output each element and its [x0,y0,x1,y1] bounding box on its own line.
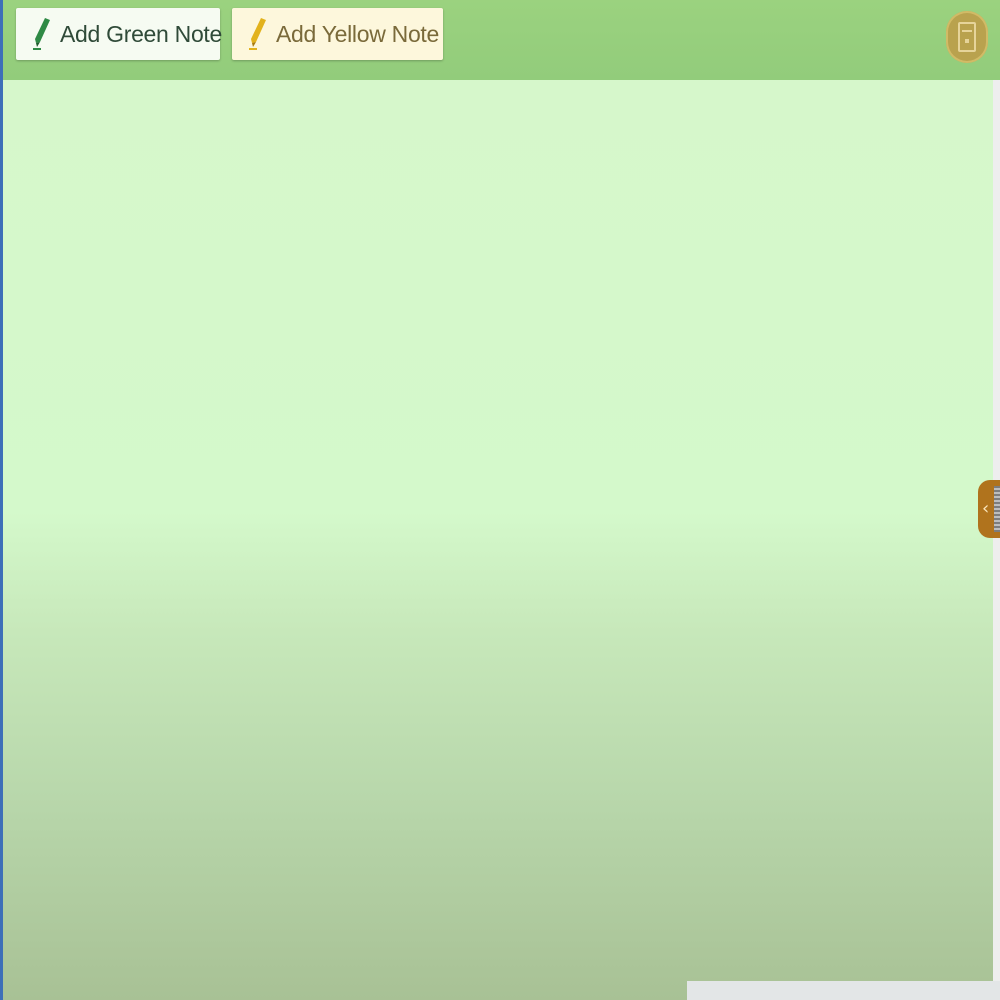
bottom-scroll-area [687,981,1000,1000]
chevron-left-icon: ‹ [982,498,990,519]
green-pen-icon [33,18,50,50]
add-green-note-button[interactable]: Add Green Note [16,8,223,60]
yellow-pen-icon [249,18,266,50]
canvas-right-gutter [993,80,1000,1000]
notes-app-window: Add Green Note Add Yellow Note ‹ [0,0,1000,1000]
side-panel-toggle[interactable]: ‹ [978,480,1000,538]
panel-grip-handle[interactable] [994,486,1000,532]
add-yellow-note-label: Add Yellow Note [276,20,440,47]
notes-menu-button[interactable] [946,11,988,63]
add-yellow-note-button[interactable]: Add Yellow Note [232,8,443,60]
notes-toolbar: Add Green Note Add Yellow Note [3,0,1000,80]
notes-canvas[interactable] [3,80,993,1000]
add-green-note-label: Add Green Note [60,20,223,47]
document-icon [958,22,976,52]
